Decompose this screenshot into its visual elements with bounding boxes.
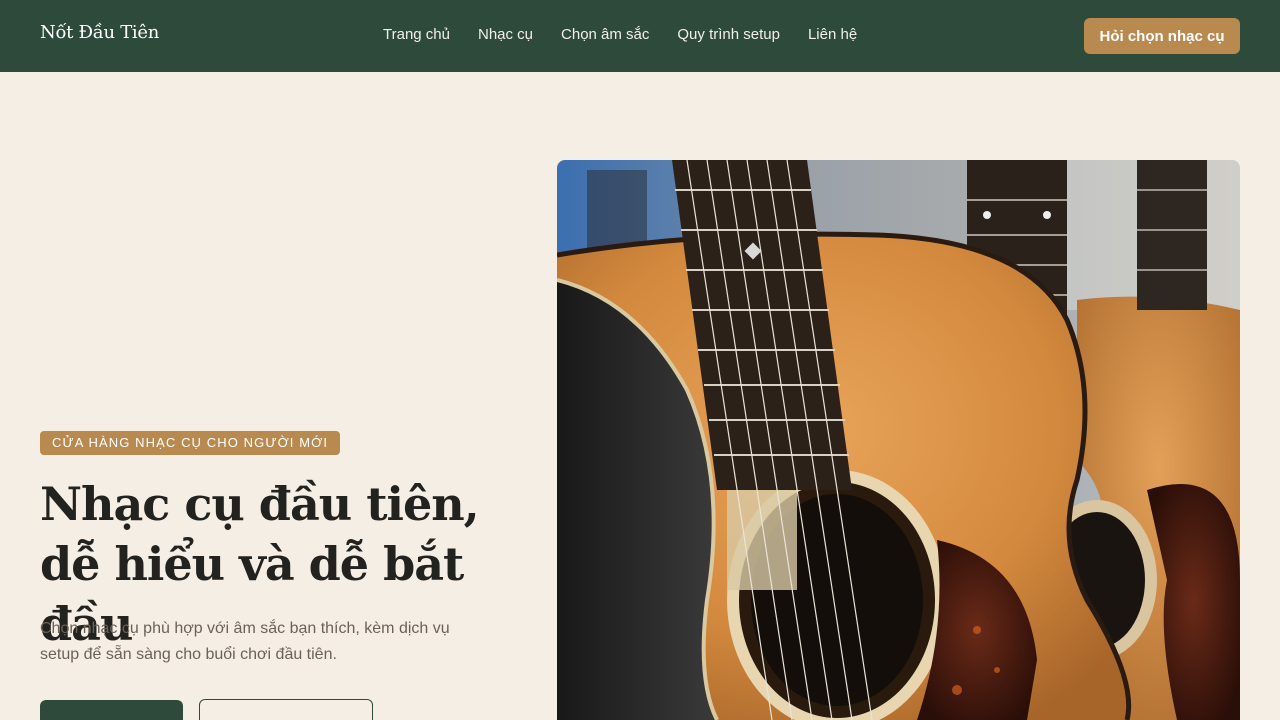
ask-instrument-button[interactable]: Hỏi chọn nhạc cụ [1084, 18, 1240, 54]
main-nav: Trang chủ Nhạc cụ Chọn âm sắc Quy trình … [383, 25, 857, 45]
ask-instrument-secondary-button[interactable]: Hỏi chọn nhạc cụ [199, 699, 373, 720]
nav-item-contact[interactable]: Liên hệ [808, 25, 857, 45]
nav-item-tone[interactable]: Chọn âm sắc [561, 25, 649, 45]
hero-subtitle: Chọn nhạc cụ phù hợp với âm sắc bạn thíc… [40, 620, 450, 663]
site-header: Nốt Đầu Tiên Trang chủ Nhạc cụ Chọn âm s… [0, 0, 1280, 72]
nav-item-home[interactable]: Trang chủ [383, 25, 450, 45]
nav-item-setup-process[interactable]: Quy trình setup [677, 25, 780, 45]
brand-logo[interactable]: Nốt Đầu Tiên [40, 22, 159, 43]
nav-item-instruments[interactable]: Nhạc cụ [478, 25, 533, 45]
view-instruments-button[interactable]: Xem nhạc cụ [40, 700, 183, 720]
hero-guitar-image [557, 160, 1240, 720]
hero-badge: CỬA HÀNG NHẠC CỤ CHO NGƯỜI MỚI [40, 431, 341, 455]
